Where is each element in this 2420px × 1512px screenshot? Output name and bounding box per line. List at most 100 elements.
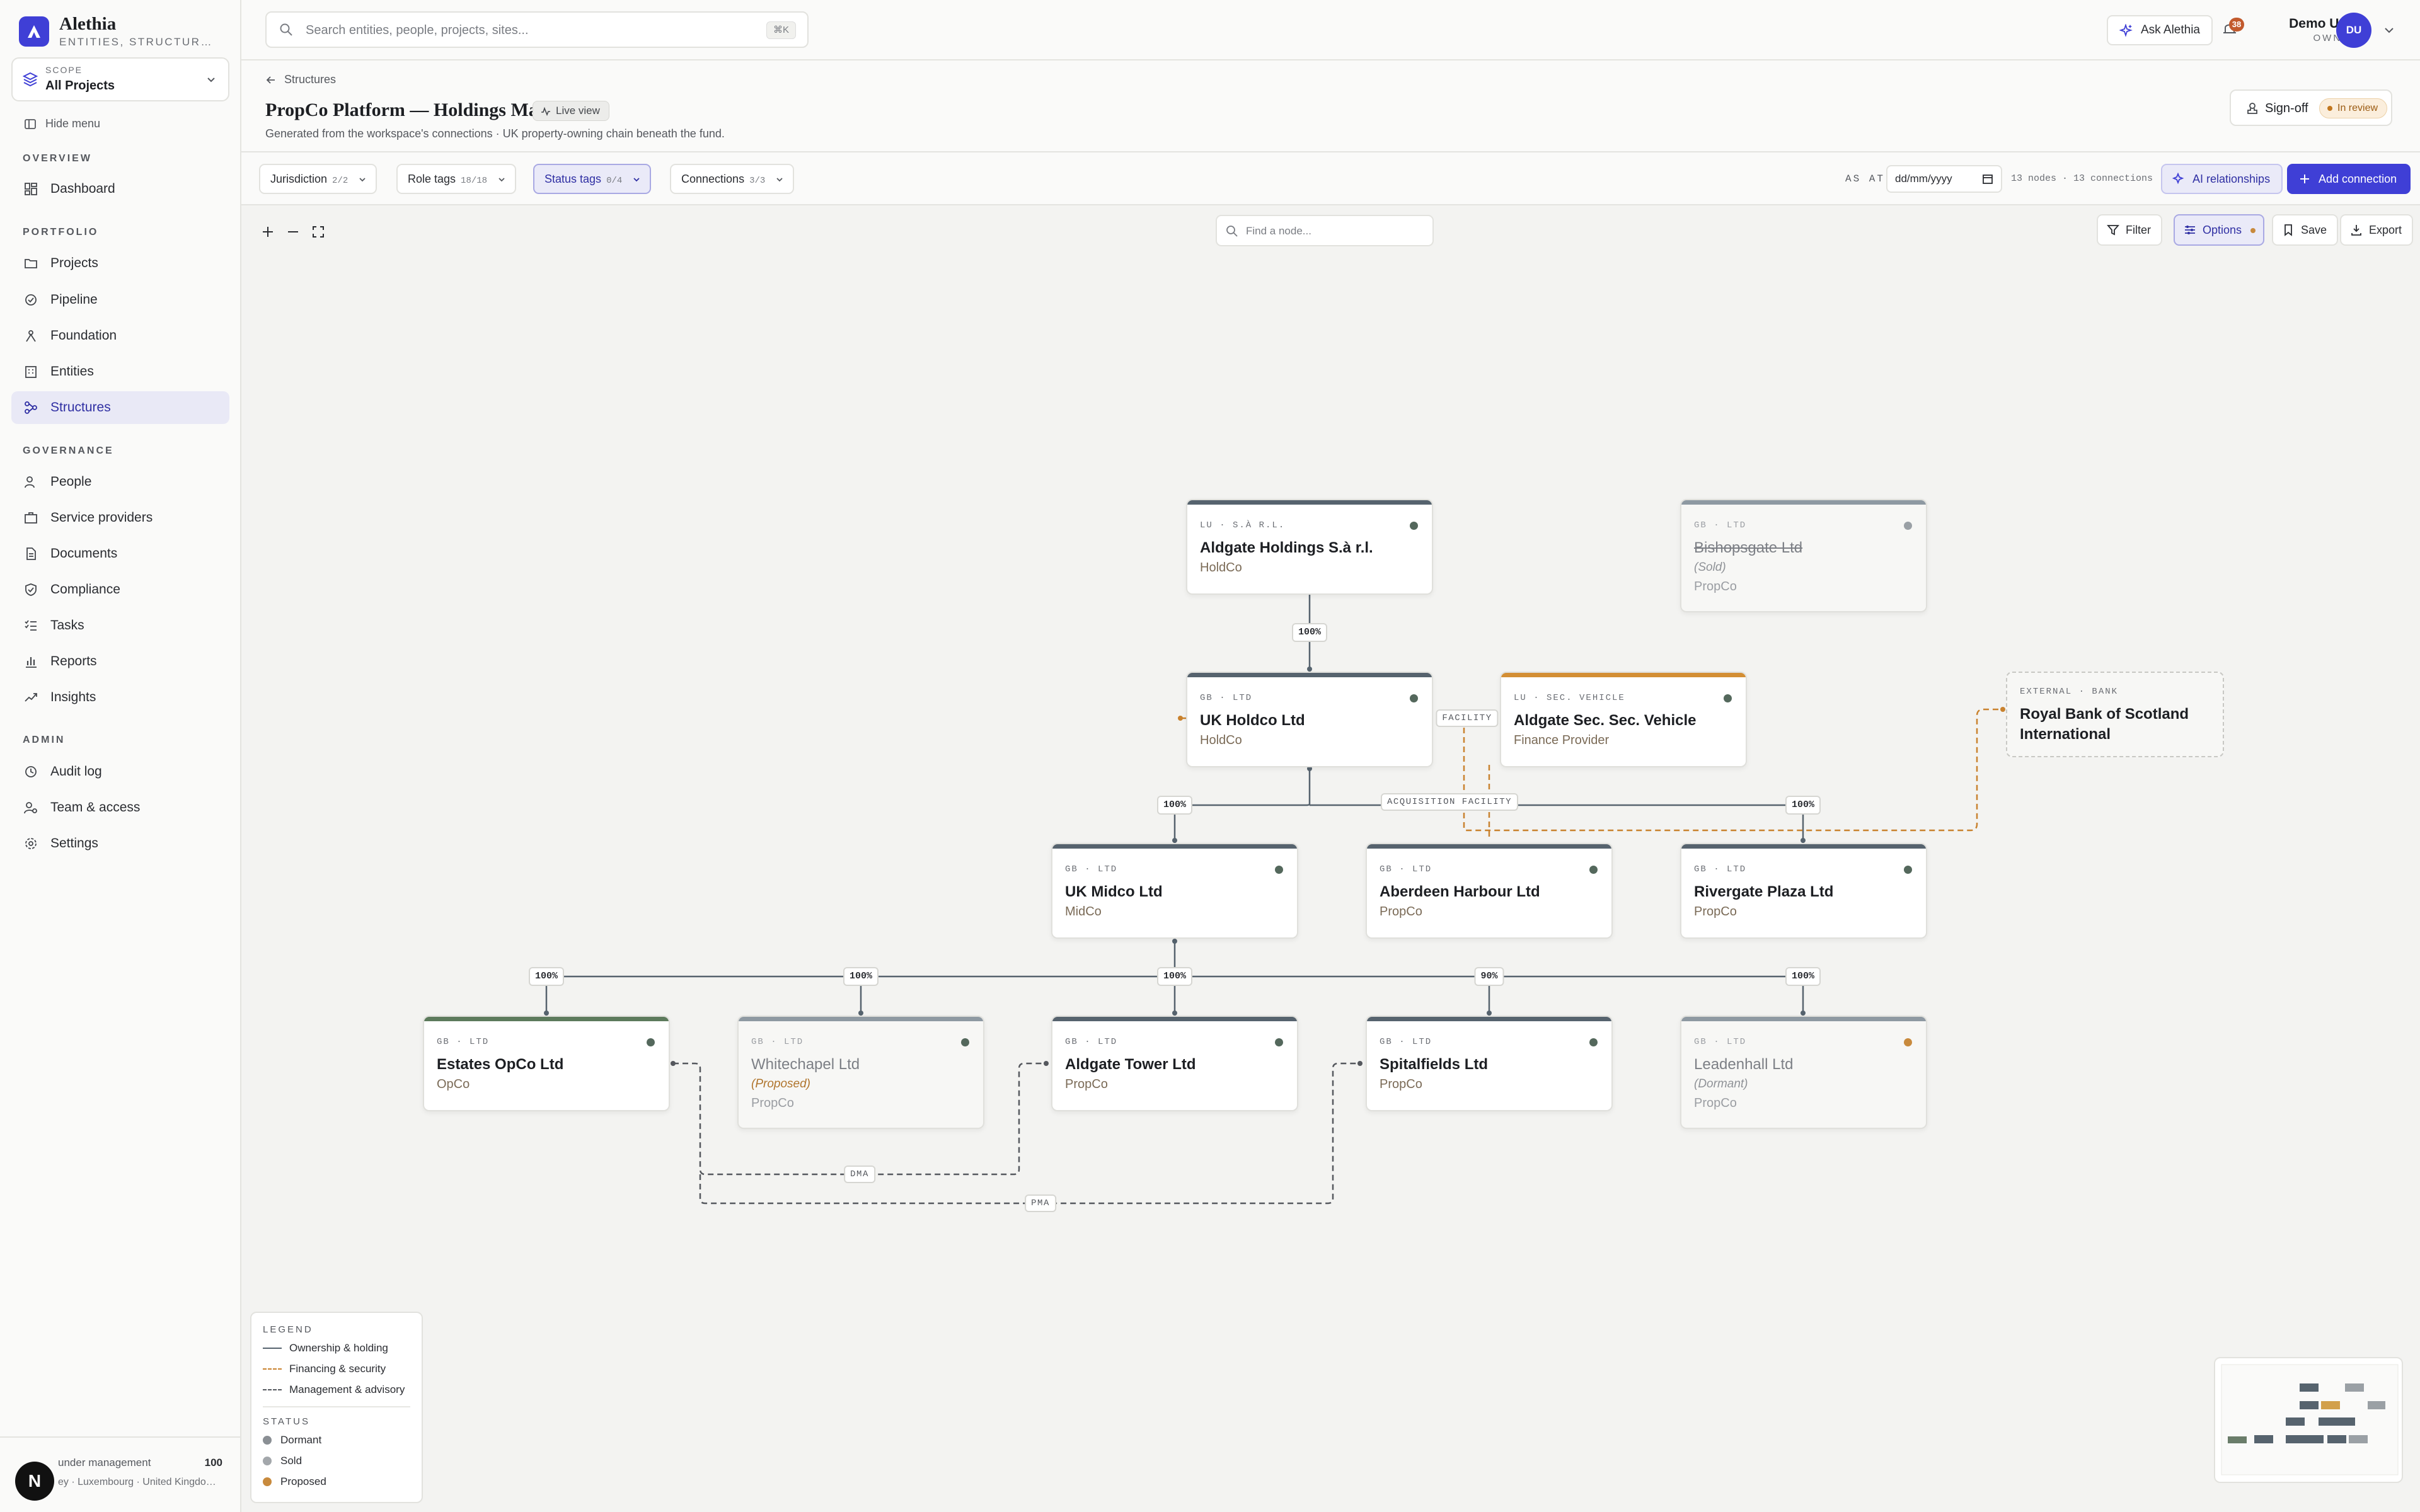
notifications-button[interactable]: 38	[2220, 18, 2244, 42]
pma-label[interactable]: PMA	[1025, 1194, 1056, 1212]
ownership-edge[interactable]	[1173, 769, 1311, 843]
node-spitalfields[interactable]: GB · LTD Spitalfields Ltd PropCo	[1366, 1016, 1613, 1111]
facility-label[interactable]: FACILITY	[1436, 709, 1499, 727]
minimap[interactable]	[2214, 1357, 2403, 1483]
zoom-out-button[interactable]	[280, 219, 306, 244]
save-button[interactable]: Save	[2272, 214, 2339, 246]
status-dot	[1724, 694, 1732, 702]
sidebar-item-settings[interactable]: Settings	[11, 827, 229, 860]
add-connection-button[interactable]: Add connection	[2287, 164, 2411, 194]
export-button[interactable]: Export	[2340, 214, 2414, 246]
node-estates-opco[interactable]: GB · LTD Estates OpCo Ltd OpCo	[423, 1016, 670, 1111]
chevron-down-icon[interactable]	[2383, 24, 2395, 37]
as-at-date-input[interactable]: dd/mm/yyyy	[1886, 165, 2002, 193]
sidebar-item-insights[interactable]: Insights	[11, 681, 229, 714]
node-role: PropCo	[1694, 580, 1737, 593]
node-royal-bank-of-scotland[interactable]: EXTERNAL · BANK Royal Bank of Scotland I…	[2006, 672, 2224, 757]
ownership-percent[interactable]: 100%	[1156, 967, 1193, 986]
search-input[interactable]: Search entities, people, projects, sites…	[306, 23, 529, 38]
fit-view-button[interactable]	[306, 219, 331, 244]
find-node-input[interactable]: Find a node...	[1216, 215, 1434, 246]
node-rivergate-plaza[interactable]: GB · LTD Rivergate Plaza Ltd PropCo	[1680, 843, 1927, 939]
hide-menu-button[interactable]: Hide menu	[24, 117, 100, 130]
status-dot	[1410, 694, 1418, 702]
options-button[interactable]: Options	[2174, 214, 2265, 246]
sidebar-item-label: Settings	[50, 836, 98, 850]
history-icon	[23, 764, 39, 780]
sidebar-item-structures[interactable]: Structures	[11, 391, 229, 424]
ownership-percent[interactable]: 100%	[1156, 796, 1193, 815]
status-dot	[961, 1038, 969, 1046]
ownership-percent[interactable]: 100%	[843, 967, 879, 986]
dma-label[interactable]: DMA	[844, 1166, 875, 1183]
structure-canvas[interactable]: Find a node... Filter Options Save Expor…	[241, 205, 2420, 1512]
options-indicator	[2250, 228, 2256, 233]
ownership-percent[interactable]: 100%	[1785, 796, 1821, 815]
sidebar-item-label: Insights	[50, 690, 96, 704]
global-search[interactable]: Search entities, people, projects, sites…	[265, 11, 809, 48]
sidebar-item-compliance[interactable]: Compliance	[11, 573, 229, 606]
sidebar-item-tasks[interactable]: Tasks	[11, 609, 229, 642]
node-aberdeen-harbour[interactable]: GB · LTD Aberdeen Harbour Ltd PropCo	[1366, 843, 1613, 939]
ownership-percent[interactable]: 100%	[1291, 623, 1328, 642]
node-uk-holdco[interactable]: GB · LTD UK Holdco Ltd HoldCo	[1186, 672, 1433, 767]
node-aldgate-holdings[interactable]: LU · S.À R.L. Aldgate Holdings S.à r.l. …	[1186, 499, 1433, 595]
node-name: Spitalfields Ltd	[1380, 1056, 1489, 1073]
node-uk-midco[interactable]: GB · LTD UK Midco Ltd MidCo	[1051, 843, 1298, 939]
sparkle-icon	[2172, 173, 2184, 185]
live-view-badge: Live view	[533, 101, 609, 121]
legend-item-sold: Sold	[263, 1455, 302, 1467]
page-header: Structures PropCo Platform — Holdings Ma…	[241, 60, 2420, 152]
status-tags-filter[interactable]: Status tags 0/4	[533, 164, 652, 194]
avatar[interactable]: DU	[2336, 13, 2371, 48]
ask-alethia-button[interactable]: Ask Alethia	[2107, 15, 2213, 45]
filter-count: 0/4	[606, 176, 623, 186]
filter-icon	[2107, 225, 2119, 236]
sidebar-item-foundation[interactable]: Foundation	[11, 319, 229, 352]
node-meta: GB · LTD	[437, 1037, 490, 1047]
sidebar-item-label: Audit log	[50, 764, 102, 779]
assistant-badge[interactable]: N	[15, 1462, 54, 1501]
filter-button[interactable]: Filter	[2097, 214, 2162, 246]
connections-filter[interactable]: Connections 3/3	[670, 164, 795, 194]
sidebar-item-documents[interactable]: Documents	[11, 537, 229, 570]
status-badge: In review	[2319, 98, 2388, 118]
node-leadenhall[interactable]: GB · LTD Leadenhall Ltd (Dormant) PropCo	[1680, 1016, 1927, 1129]
acquisition-facility-label[interactable]: ACQUISITION FACILITY	[1380, 793, 1519, 811]
ai-relationships-button[interactable]: AI relationships	[2161, 164, 2283, 194]
sidebar-item-audit-log[interactable]: Audit log	[11, 755, 229, 788]
ai-relationships-label: AI relationships	[2192, 173, 2271, 185]
sidebar-item-people[interactable]: People	[11, 466, 229, 498]
sidebar-item-service-providers[interactable]: Service providers	[11, 501, 229, 534]
legend-title: LEGEND	[263, 1324, 313, 1335]
node-whitechapel[interactable]: GB · LTD Whitechapel Ltd (Proposed) Prop…	[737, 1016, 984, 1129]
node-aldgate-tower[interactable]: GB · LTD Aldgate Tower Ltd PropCo	[1051, 1016, 1298, 1111]
sidebar-item-entities[interactable]: Entities	[11, 355, 229, 388]
zoom-in-button[interactable]	[255, 219, 280, 244]
scope-selector[interactable]: SCOPE All Projects	[11, 57, 229, 101]
sidebar-item-team-access[interactable]: Team & access	[11, 791, 229, 824]
node-role: PropCo	[1065, 1077, 1108, 1091]
ownership-percent[interactable]: 90%	[1474, 967, 1504, 986]
sidebar-footer: under management 100 ey · Luxembourg · U…	[0, 1436, 241, 1512]
sidebar-item-pipeline[interactable]: Pipeline	[11, 284, 229, 316]
node-name: Leadenhall Ltd	[1694, 1056, 1794, 1073]
filter-count: 18/18	[461, 176, 488, 186]
node-name: Estates OpCo Ltd	[437, 1056, 564, 1073]
node-name: Aldgate Holdings S.à r.l.	[1200, 539, 1373, 556]
node-aldgate-sec-vehicle[interactable]: LU · SEC. VEHICLE Aldgate Sec. Sec. Vehi…	[1500, 672, 1747, 767]
sidebar-item-projects[interactable]: Projects	[11, 247, 229, 280]
sidebar-item-dashboard[interactable]: Dashboard	[11, 173, 229, 205]
ownership-percent[interactable]: 100%	[1785, 967, 1821, 986]
node-bishopsgate[interactable]: GB · LTD Bishopsgate Ltd (Sold) PropCo	[1680, 499, 1927, 612]
sign-off-button[interactable]: Sign-off In review	[2230, 89, 2392, 126]
brand[interactable]: Alethia ENTITIES, STRUCTURES …	[19, 14, 217, 49]
aum-value: 100	[204, 1457, 222, 1469]
ownership-percent[interactable]: 100%	[528, 967, 565, 986]
breadcrumb[interactable]: Structures	[265, 73, 336, 86]
tasks-icon	[23, 617, 39, 634]
sidebar-item-reports[interactable]: Reports	[11, 645, 229, 678]
role-tags-filter[interactable]: Role tags 18/18	[396, 164, 517, 194]
jurisdiction-filter[interactable]: Jurisdiction 2/2	[259, 164, 377, 194]
ownership-edge[interactable]	[1310, 804, 1804, 843]
